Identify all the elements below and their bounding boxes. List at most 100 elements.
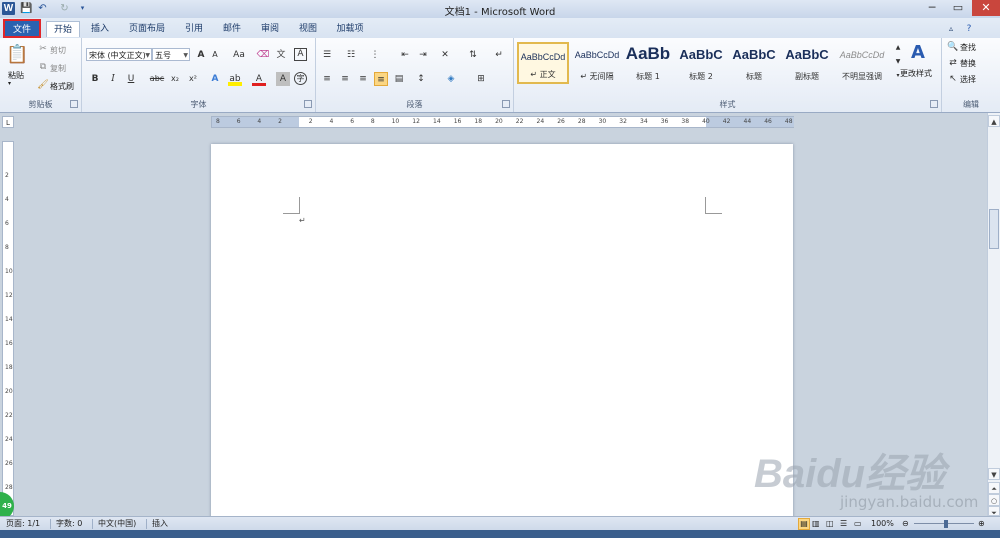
clear-format-icon[interactable]: ⌫ <box>256 48 270 62</box>
tab-addins[interactable]: 加载项 <box>330 21 370 37</box>
paste-dropdown-icon[interactable]: ▾ <box>8 80 11 87</box>
line-spacing-icon[interactable]: ↕ <box>414 72 428 86</box>
tab-selector-icon[interactable]: L <box>2 116 14 128</box>
styles-scroll-up-icon[interactable]: ▲ <box>891 42 905 54</box>
character-shading-icon[interactable]: A <box>276 72 290 86</box>
bold-button[interactable]: B <box>88 72 102 86</box>
tab-insert[interactable]: 插入 <box>84 21 116 37</box>
font-launcher-icon[interactable] <box>304 100 312 108</box>
enclose-characters-icon[interactable]: 字 <box>294 72 307 85</box>
print-layout-icon[interactable]: ▤ <box>798 518 810 530</box>
grow-font-button[interactable]: A <box>194 48 208 62</box>
chinese-layout-icon[interactable]: ✕ <box>438 48 452 62</box>
align-left-icon[interactable]: ≡ <box>320 72 334 86</box>
change-styles-button[interactable]: 更改样式 <box>900 68 932 79</box>
scroll-up-icon[interactable]: ▲ <box>988 115 1000 127</box>
replace-button[interactable]: 替换 <box>960 58 976 69</box>
clipboard-launcher-icon[interactable] <box>70 100 78 108</box>
style-heading-2[interactable]: AaBbC 标题 2 <box>675 42 727 84</box>
document-page[interactable]: ↵ <box>211 144 793 520</box>
align-center-icon[interactable]: ≡ <box>338 72 352 86</box>
cut-button[interactable]: 剪切 <box>50 45 66 56</box>
close-icon[interactable]: ✕ <box>972 0 1000 16</box>
browse-object-icon[interactable]: ○ <box>988 494 1000 506</box>
copy-icon[interactable]: ⧉ <box>36 60 50 74</box>
select-icon[interactable]: ↖ <box>946 72 960 86</box>
paragraph-launcher-icon[interactable] <box>502 100 510 108</box>
decrease-indent-icon[interactable]: ⇤ <box>398 48 412 62</box>
scroll-down-icon[interactable]: ▼ <box>988 468 1000 480</box>
font-name-combo[interactable]: 宋体 (中文正文) ▼ <box>86 48 152 61</box>
styles-scroll-down-icon[interactable]: ▼ <box>891 56 905 68</box>
multilevel-list-icon[interactable]: ⋮ <box>368 48 382 62</box>
style-title[interactable]: AaBbC 标题 <box>728 42 780 84</box>
full-screen-reading-icon[interactable]: ▥ <box>812 517 820 531</box>
text-effects-icon[interactable]: A <box>208 72 222 86</box>
tab-home[interactable]: 开始 <box>46 21 80 37</box>
character-border-icon[interactable]: A <box>294 48 307 61</box>
tab-page-layout[interactable]: 页面布局 <box>122 21 172 37</box>
language-indicator[interactable]: 中文(中国) <box>98 517 136 531</box>
italic-button[interactable]: I <box>106 72 120 86</box>
underline-button[interactable]: U <box>124 72 138 86</box>
numbering-icon[interactable]: ☷ <box>344 48 358 62</box>
maximize-icon[interactable]: ▭ <box>946 0 970 16</box>
style-normal[interactable]: AaBbCcDd ↵ 正文 <box>517 42 569 84</box>
find-button[interactable]: 查找 <box>960 42 976 53</box>
styles-launcher-icon[interactable] <box>930 100 938 108</box>
find-icon[interactable]: 🔍 <box>946 40 960 54</box>
next-page-icon[interactable]: ⏷ <box>988 506 1000 517</box>
cut-icon[interactable]: ✂ <box>36 42 50 56</box>
tab-view[interactable]: 视图 <box>292 21 324 37</box>
minimize-icon[interactable]: ─ <box>920 0 944 16</box>
zoom-slider-handle[interactable] <box>944 520 948 528</box>
tab-references[interactable]: 引用 <box>178 21 210 37</box>
font-color-icon[interactable]: A <box>252 72 266 86</box>
subscript-button[interactable]: x₂ <box>168 72 182 86</box>
zoom-in-icon[interactable]: ⊕ <box>978 517 985 531</box>
shading-icon[interactable]: ◈ <box>444 72 458 86</box>
scroll-thumb[interactable] <box>989 209 999 249</box>
phonetic-guide-icon[interactable]: 文 <box>274 48 288 62</box>
draft-icon[interactable]: ▭ <box>854 517 862 531</box>
prev-page-icon[interactable]: ⏶ <box>988 482 1000 494</box>
increase-indent-icon[interactable]: ⇥ <box>416 48 430 62</box>
style-subtitle[interactable]: AaBbC 副标题 <box>781 42 833 84</box>
zoom-level[interactable]: 100% <box>871 517 894 531</box>
font-size-combo[interactable]: 五号 ▼ <box>152 48 190 61</box>
zoom-out-icon[interactable]: ⊖ <box>902 517 909 531</box>
sort-icon[interactable]: ⇅ <box>466 48 480 62</box>
style-no-spacing[interactable]: AaBbCcDd ↵ 无间隔 <box>571 42 623 84</box>
page-count[interactable]: 页面: 1/1 <box>6 517 40 531</box>
change-case-button[interactable]: Aa <box>230 48 248 62</box>
style-subtle-emphasis[interactable]: AaBbCcDd 不明显强调 <box>834 42 890 84</box>
minimize-ribbon-icon[interactable]: ▵ <box>944 21 958 37</box>
vertical-scrollbar[interactable]: ▲ ▼ ⏶ ○ ⏷ <box>987 113 1000 517</box>
word-count[interactable]: 字数: 0 <box>56 517 82 531</box>
justify-icon[interactable]: ≡ <box>374 72 388 86</box>
change-styles-icon[interactable]: A <box>906 42 930 64</box>
show-marks-icon[interactable]: ↵ <box>492 48 506 62</box>
style-heading-1[interactable]: AaBb 标题 1 <box>622 42 674 84</box>
format-painter-icon[interactable]: 🖌 <box>36 78 50 92</box>
paste-icon[interactable]: 📋 <box>6 44 28 66</box>
select-button[interactable]: 选择 <box>960 74 976 85</box>
replace-icon[interactable]: ⇄ <box>946 56 960 70</box>
tab-file[interactable]: 文件 <box>3 19 41 38</box>
vertical-ruler[interactable]: 2 4 6 8 10 12 14 16 18 20 22 24 26 28 <box>2 141 14 516</box>
distributed-icon[interactable]: ▤ <box>392 72 406 86</box>
borders-icon[interactable]: ⊞ <box>474 72 488 86</box>
tab-mailings[interactable]: 邮件 <box>216 21 248 37</box>
bullets-icon[interactable]: ☰ <box>320 48 334 62</box>
format-painter-button[interactable]: 格式刷 <box>50 81 74 92</box>
horizontal-ruler[interactable]: 8 6 4 2 2 4 6 8 10 12 14 16 18 20 22 24 26 28 30 32 34 36 38 40… <box>211 116 794 128</box>
shrink-font-button[interactable]: A <box>208 48 222 62</box>
strikethrough-button[interactable]: abc <box>148 72 166 86</box>
superscript-button[interactable]: x² <box>186 72 200 86</box>
outline-icon[interactable]: ☰ <box>840 517 847 531</box>
highlight-color-icon[interactable]: ab <box>228 72 242 86</box>
tab-review[interactable]: 审阅 <box>254 21 286 37</box>
web-layout-icon[interactable]: ◫ <box>826 517 834 531</box>
help-icon[interactable]: ? <box>962 21 976 37</box>
align-right-icon[interactable]: ≡ <box>356 72 370 86</box>
